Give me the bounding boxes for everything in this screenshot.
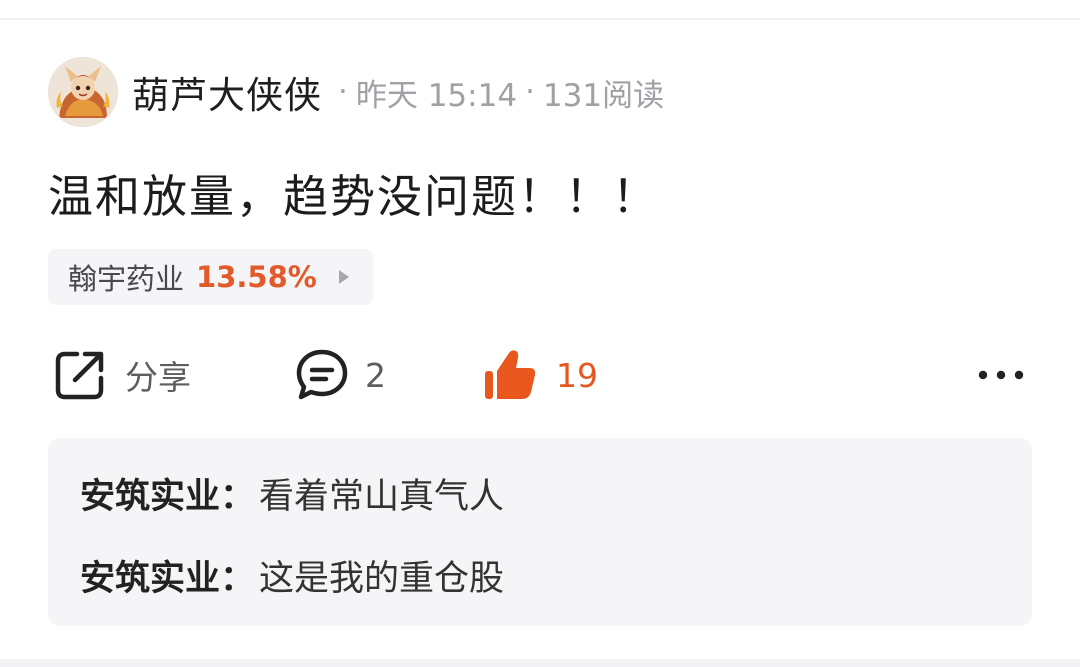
- play-arrow-icon: [338, 270, 349, 284]
- avatar[interactable]: [48, 57, 118, 127]
- comment-colon: ：: [220, 477, 256, 517]
- comment-text: 这是我的重仓股: [259, 559, 505, 599]
- comment-icon: [296, 349, 348, 400]
- comments-preview[interactable]: 安筑实业 ： 看着常山真气人 安筑实业 ： 这是我的重仓股: [48, 438, 1032, 626]
- post-text: 温和放量，趋势没问题！！！: [48, 170, 660, 223]
- share-label: 分享: [125, 358, 191, 397]
- comment-button[interactable]: 2: [295, 345, 386, 405]
- share-button[interactable]: 分享: [53, 345, 191, 405]
- action-bar: 分享 2 19: [0, 345, 1080, 405]
- like-count: 19: [556, 355, 598, 395]
- read-count: 131阅读: [542, 77, 665, 114]
- commenter-name[interactable]: 安筑实业: [80, 550, 220, 601]
- post-card: 葫芦大侠侠 · 昨天 15:14 · 131阅读 温和放量，趋势没问题！！！ 翰…: [0, 0, 1080, 667]
- post-header: 葫芦大侠侠 · 昨天 15:14 · 131阅读: [48, 57, 664, 127]
- stock-name: 翰宇药业: [68, 262, 185, 296]
- comment-text: 看着常山真气人: [259, 477, 505, 517]
- top-divider: [0, 18, 1080, 20]
- post-meta: · 昨天 15:14 · 131阅读: [330, 70, 664, 115]
- stock-change: 13.58%: [196, 260, 317, 294]
- more-button[interactable]: [976, 345, 1026, 405]
- more-dots-icon: [978, 370, 1024, 380]
- comment-item[interactable]: 安筑实业 ： 看着常山真气人: [80, 468, 504, 519]
- like-button[interactable]: 19: [482, 345, 598, 405]
- commenter-name[interactable]: 安筑实业: [80, 468, 220, 519]
- thumbs-up-icon: [485, 350, 536, 399]
- comment-item[interactable]: 安筑实业 ： 这是我的重仓股: [80, 550, 504, 601]
- meta-separator: ·: [338, 74, 348, 110]
- stock-tag[interactable]: 翰宇药业 13.58%: [48, 249, 373, 305]
- comment-colon: ：: [220, 559, 256, 599]
- author-name[interactable]: 葫芦大侠侠: [132, 65, 322, 119]
- avatar-image: [49, 58, 117, 126]
- comment-count: 2: [365, 355, 386, 395]
- meta-separator: ·: [525, 74, 535, 110]
- post-time: 昨天 15:14: [355, 77, 518, 114]
- bottom-divider: [0, 659, 1080, 667]
- share-icon: [55, 351, 104, 400]
